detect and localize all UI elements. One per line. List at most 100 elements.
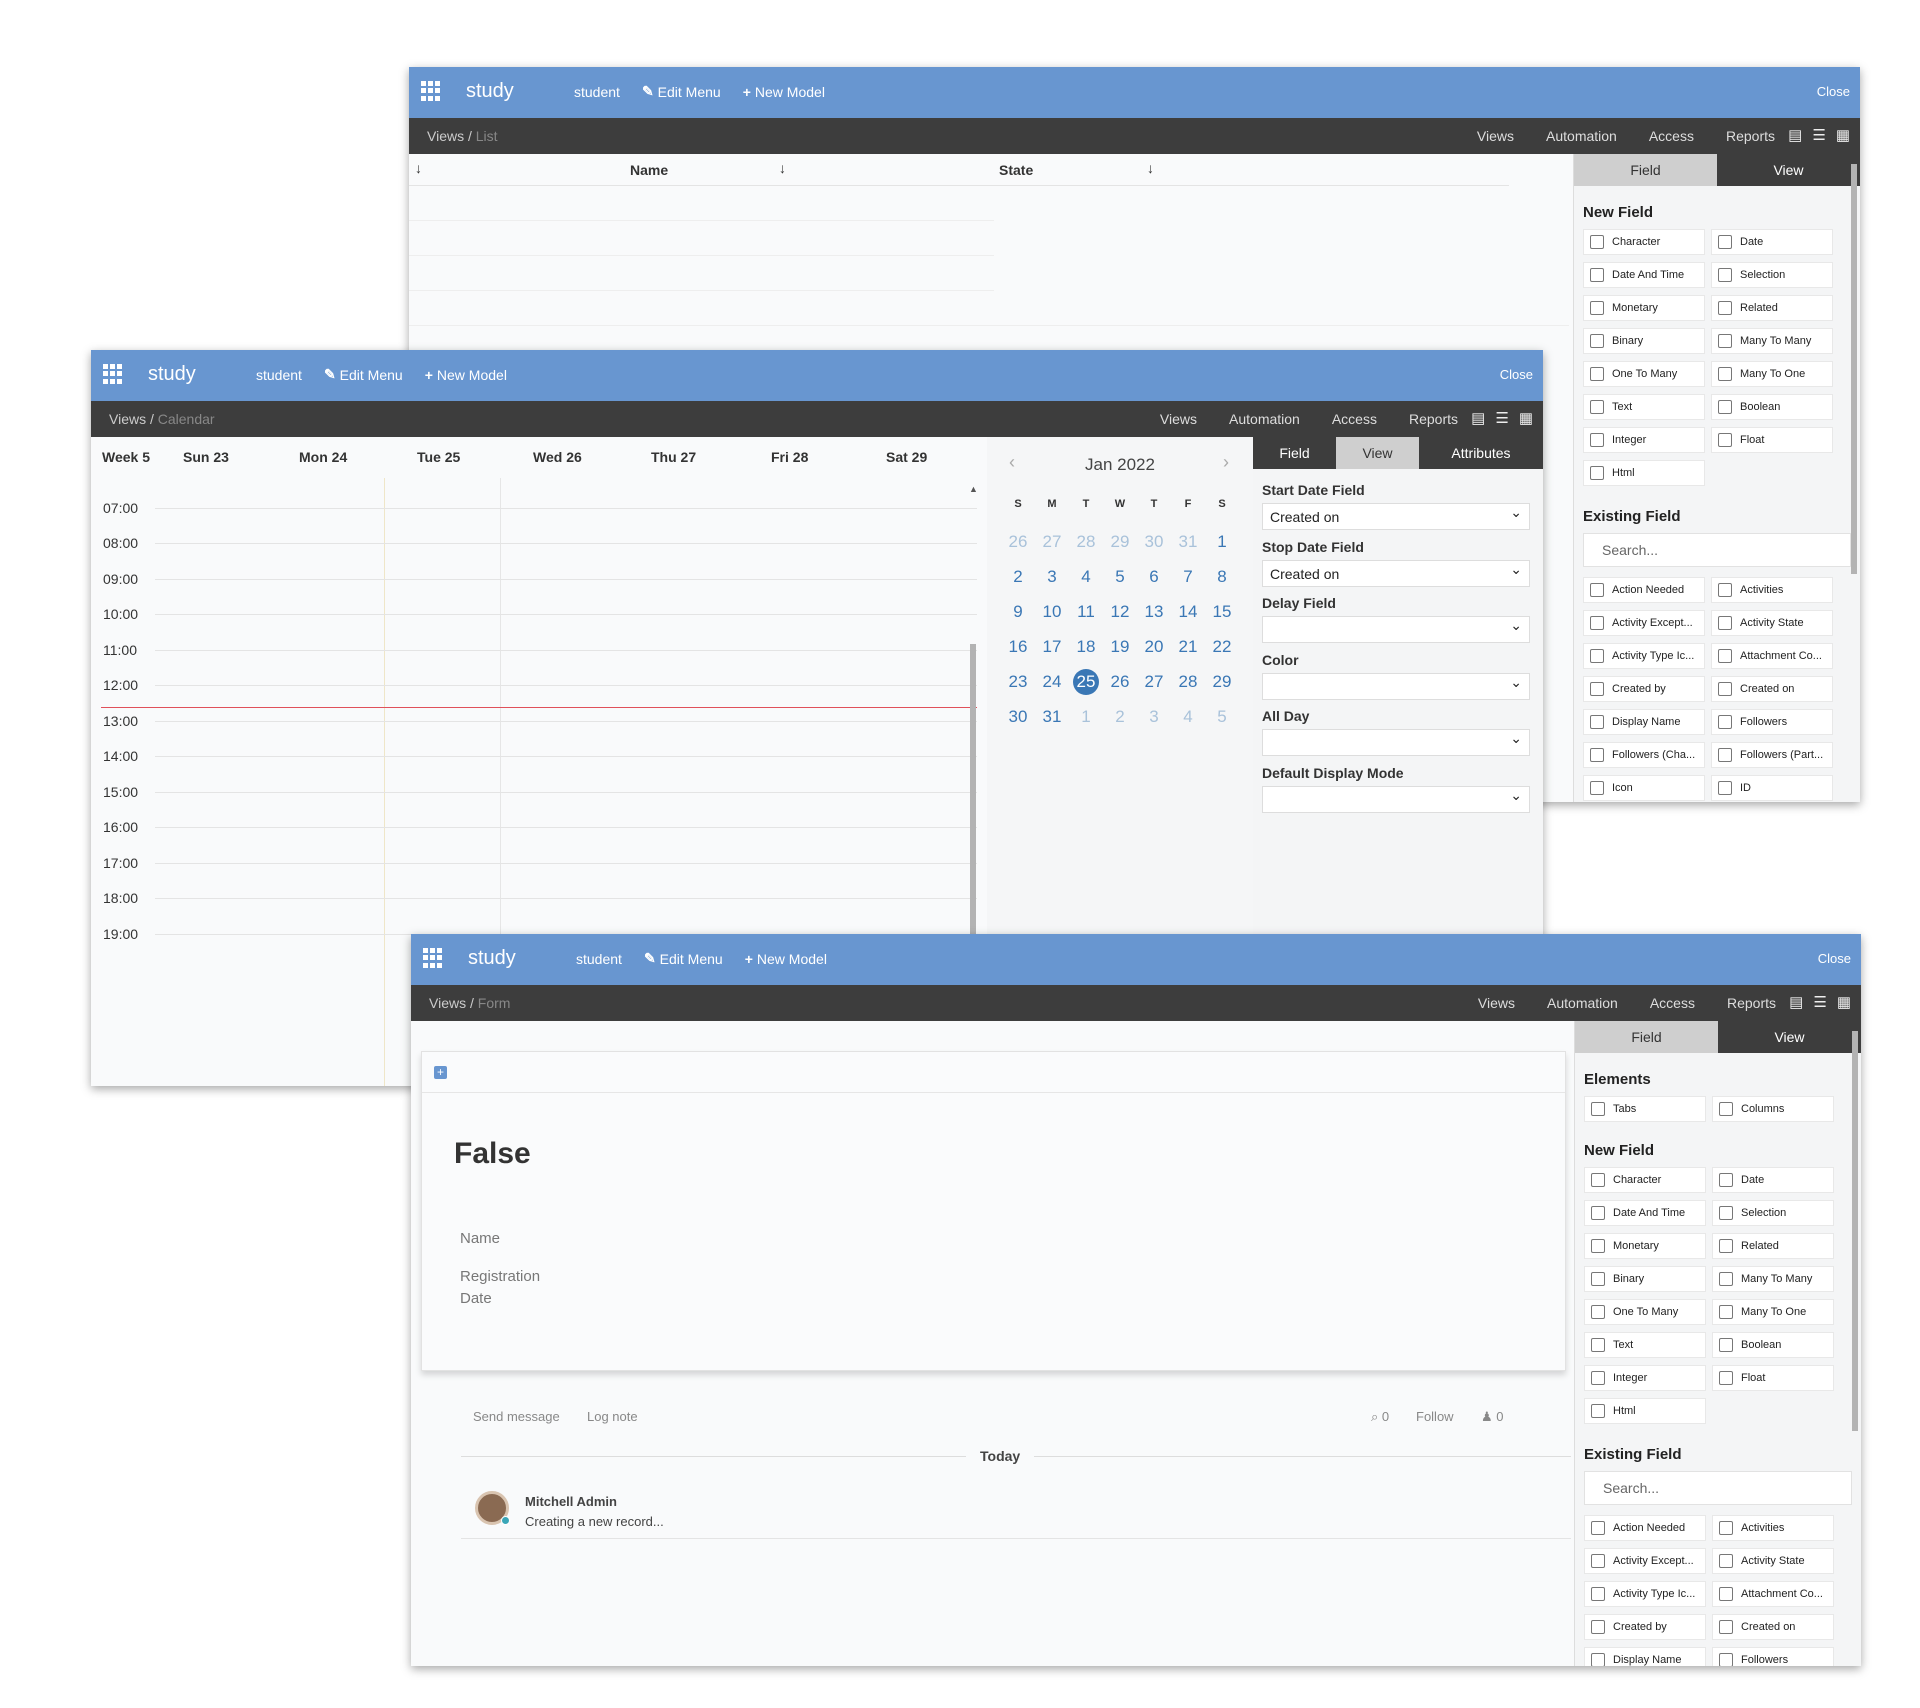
day-cell[interactable]: 1 [1205, 524, 1239, 559]
new-field-boolean[interactable]: Boolean [1712, 1332, 1834, 1358]
day-cell[interactable]: 26 [1001, 524, 1035, 559]
existing-field-attachment-co[interactable]: Attachment Co... [1711, 643, 1833, 669]
book-icon[interactable]: ▤ [1788, 126, 1802, 144]
new-field-html[interactable]: Html [1583, 460, 1705, 486]
action-reports[interactable]: Reports [1727, 995, 1776, 1011]
new-field-binary[interactable]: Binary [1584, 1266, 1706, 1292]
existing-field-activity-state[interactable]: Activity State [1711, 610, 1833, 636]
menu-edit-menu[interactable]: ✎ Edit Menu [642, 83, 721, 100]
send-message-link[interactable]: Send message [473, 1409, 560, 1424]
action-automation[interactable]: Automation [1547, 995, 1618, 1011]
day-cell[interactable]: 15 [1205, 594, 1239, 629]
existing-field-followers[interactable]: Followers [1712, 1647, 1834, 1666]
new-field-date-and-time[interactable]: Date And Time [1584, 1200, 1706, 1226]
day-cell[interactable]: 10 [1035, 594, 1069, 629]
day-cell[interactable]: 2 [1103, 699, 1137, 734]
day-cell[interactable]: 1 [1069, 699, 1103, 734]
action-reports[interactable]: Reports [1726, 128, 1775, 144]
tab-field[interactable]: Field [1574, 154, 1717, 186]
action-automation[interactable]: Automation [1546, 128, 1617, 144]
list-icon[interactable]: ☰ [1812, 126, 1825, 144]
day-cell[interactable]: 20 [1137, 629, 1171, 664]
sort-arrow-icon[interactable]: ↓ [415, 160, 422, 176]
day-cell[interactable]: 7 [1171, 559, 1205, 594]
new-field-monetary[interactable]: Monetary [1583, 295, 1705, 321]
followers-count[interactable]: ♟ 0 [1481, 1409, 1504, 1425]
existing-field-id[interactable]: ID [1711, 775, 1833, 801]
log-note-link[interactable]: Log note [587, 1409, 638, 1424]
existing-field-created-on[interactable]: Created on [1712, 1614, 1834, 1640]
action-views[interactable]: Views [1478, 995, 1515, 1011]
day-cell[interactable]: 4 [1171, 699, 1205, 734]
existing-field-followers-cha[interactable]: Followers (Cha... [1583, 742, 1705, 768]
sort-arrow-icon[interactable]: ↓ [779, 160, 786, 176]
new-field-date[interactable]: Date [1711, 229, 1833, 255]
scrollbar[interactable] [1851, 1021, 1859, 1666]
existing-field-followers-part[interactable]: Followers (Part... [1711, 742, 1833, 768]
new-field-many-to-many[interactable]: Many To Many [1711, 328, 1833, 354]
existing-field-activities[interactable]: Activities [1712, 1515, 1834, 1541]
new-field-one-to-many[interactable]: One To Many [1584, 1299, 1706, 1325]
day-cell[interactable]: 23 [1001, 664, 1035, 699]
action-access[interactable]: Access [1332, 411, 1377, 427]
new-field-text[interactable]: Text [1584, 1332, 1706, 1358]
day-cell[interactable]: 13 [1137, 594, 1171, 629]
day-cell[interactable]: 3 [1035, 559, 1069, 594]
attachment-count[interactable]: ⌕ 0 [1371, 1409, 1389, 1425]
new-field-character[interactable]: Character [1584, 1167, 1706, 1193]
action-automation[interactable]: Automation [1229, 411, 1300, 427]
existing-field-activities[interactable]: Activities [1711, 577, 1833, 603]
next-month-icon[interactable]: › [1223, 452, 1229, 473]
day-cell[interactable]: 4 [1069, 559, 1103, 594]
column-name[interactable]: Name [630, 162, 668, 178]
new-field-boolean[interactable]: Boolean [1711, 394, 1833, 420]
new-field-many-to-one[interactable]: Many To One [1711, 361, 1833, 387]
day-cell[interactable]: 11 [1069, 594, 1103, 629]
attribute-select-default-display-mode[interactable] [1262, 785, 1530, 813]
existing-field-followers[interactable]: Followers [1711, 709, 1833, 735]
sort-arrow-icon[interactable]: ↓ [1147, 160, 1154, 176]
tab-field[interactable]: Field [1575, 1021, 1718, 1053]
menu-edit-menu[interactable]: ✎ Edit Menu [644, 950, 723, 967]
breadcrumb-views[interactable]: Views [109, 411, 146, 427]
day-cell[interactable]: 16 [1001, 629, 1035, 664]
menu-student[interactable]: student [576, 950, 622, 967]
calendar-icon[interactable]: ▦ [1836, 126, 1850, 144]
form-title[interactable]: False [454, 1137, 531, 1171]
new-field-monetary[interactable]: Monetary [1584, 1233, 1706, 1259]
existing-field-action-needed[interactable]: Action Needed [1583, 577, 1705, 603]
day-cell[interactable]: 2 [1001, 559, 1035, 594]
new-field-date[interactable]: Date [1712, 1167, 1834, 1193]
existing-field-attachment-co[interactable]: Attachment Co... [1712, 1581, 1834, 1607]
existing-field-display-name[interactable]: Display Name [1584, 1647, 1706, 1666]
new-field-selection[interactable]: Selection [1711, 262, 1833, 288]
action-views[interactable]: Views [1477, 128, 1514, 144]
new-field-binary[interactable]: Binary [1583, 328, 1705, 354]
tab-field[interactable]: Field [1253, 437, 1336, 469]
apps-grid-icon[interactable] [423, 948, 443, 968]
existing-field-created-by[interactable]: Created by [1583, 676, 1705, 702]
day-cell[interactable]: 18 [1069, 629, 1103, 664]
day-cell[interactable]: 8 [1205, 559, 1239, 594]
add-button-icon[interactable]: + [434, 1066, 447, 1079]
calendar-icon[interactable]: ▦ [1519, 409, 1533, 427]
attribute-select-color[interactable] [1262, 672, 1530, 700]
field-search-input[interactable]: Search... [1583, 533, 1851, 567]
new-field-character[interactable]: Character [1583, 229, 1705, 255]
menu-student[interactable]: student [256, 366, 302, 383]
day-cell[interactable]: 12 [1103, 594, 1137, 629]
existing-field-activity-except[interactable]: Activity Except... [1583, 610, 1705, 636]
day-cell[interactable]: 26 [1103, 664, 1137, 699]
new-field-integer[interactable]: Integer [1584, 1365, 1706, 1391]
list-icon[interactable]: ☰ [1813, 993, 1826, 1011]
tab-view[interactable]: View [1336, 437, 1419, 469]
day-cell[interactable]: 19 [1103, 629, 1137, 664]
day-cell[interactable]: 6 [1137, 559, 1171, 594]
apps-grid-icon[interactable] [421, 81, 441, 101]
existing-field-created-on[interactable]: Created on [1711, 676, 1833, 702]
existing-field-action-needed[interactable]: Action Needed [1584, 1515, 1706, 1541]
menu-new-model[interactable]: + New Model [745, 950, 827, 967]
day-cell[interactable]: 28 [1171, 664, 1205, 699]
menu-new-model[interactable]: + New Model [425, 366, 507, 383]
book-icon[interactable]: ▤ [1789, 993, 1803, 1011]
